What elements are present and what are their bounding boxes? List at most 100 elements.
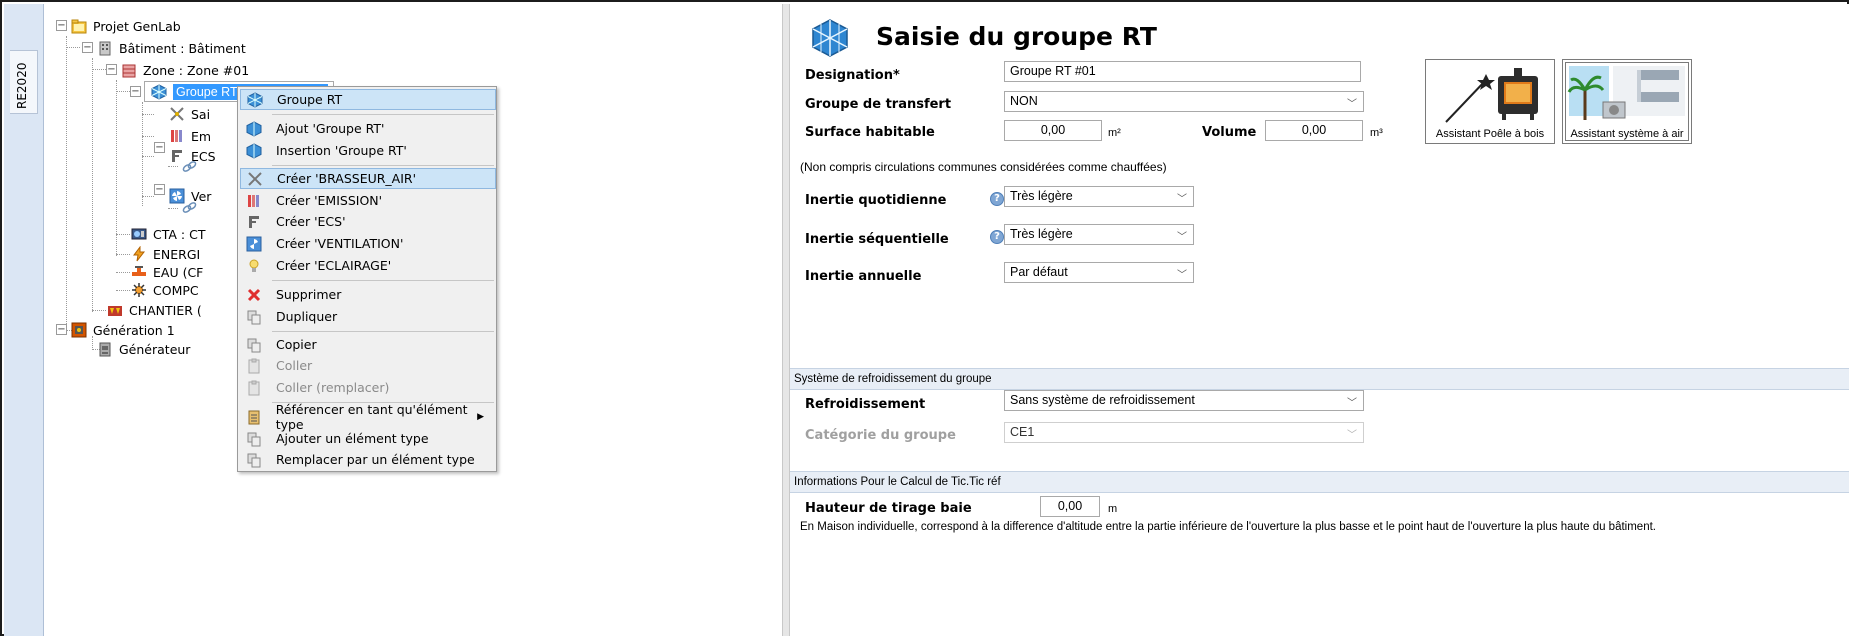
menu-item-coller-remplacer[interactable]: Coller (remplacer) xyxy=(240,377,496,398)
inertie-quotidienne-select[interactable]: Très légère ﹀ xyxy=(1004,186,1194,207)
air-system-icon xyxy=(1567,66,1685,120)
side-tab-re2020[interactable]: RE2020 xyxy=(10,50,38,114)
surface-note: (Non compris circulations communes consi… xyxy=(800,160,1167,174)
menu-item-supprimer[interactable]: Supprimer xyxy=(240,284,496,305)
brasseur-icon xyxy=(168,105,186,123)
menu-item-creer-ecs[interactable]: Créer 'ECS' xyxy=(240,211,496,232)
hauteur-tirage-field[interactable]: 0,00 xyxy=(1040,496,1100,517)
hauteur-note: En Maison individuelle, correspond à la … xyxy=(800,521,1656,533)
tree-connector xyxy=(92,58,93,312)
component-icon xyxy=(130,281,148,299)
duplicate-icon xyxy=(244,308,264,326)
tree-node-zone[interactable]: Zone : Zone #01 xyxy=(120,59,249,81)
groupe-rt-icon xyxy=(150,83,168,101)
tree-node-projet[interactable]: Projet GenLab xyxy=(70,15,181,37)
tree-expander[interactable]: − xyxy=(106,64,117,75)
cta-icon xyxy=(130,225,148,243)
menu-item-copier[interactable]: Copier xyxy=(240,334,496,355)
inertie-sequentielle-select[interactable]: Très légère ﹀ xyxy=(1004,224,1194,245)
groupe-rt-icon xyxy=(245,91,265,109)
ventilation-icon xyxy=(244,235,264,253)
menu-item-creer-brasseur-air[interactable]: Créer 'BRASSEUR_AIR' xyxy=(240,168,496,189)
tree-node-batiment[interactable]: Bâtiment : Bâtiment xyxy=(96,37,246,59)
categorie-groupe-select[interactable]: CE1 ﹀ xyxy=(1004,422,1364,443)
building-icon xyxy=(96,39,114,57)
tree-node-generateur[interactable]: Générateur xyxy=(96,338,190,360)
assistant-air-button[interactable]: Assistant système à air xyxy=(1562,59,1692,144)
volume-field[interactable]: 0,00 xyxy=(1265,120,1363,141)
emission-icon xyxy=(244,192,264,210)
reference-icon xyxy=(244,408,264,426)
tree-connector xyxy=(116,80,117,256)
tree-node-compo[interactable]: COMPC xyxy=(130,279,199,301)
menu-item-coller[interactable]: Coller xyxy=(240,355,496,376)
groupe-transfert-select[interactable]: NON ﹀ xyxy=(1004,91,1364,112)
menu-separator xyxy=(272,114,494,115)
link-icon xyxy=(180,199,198,217)
hauteur-unit: m xyxy=(1108,503,1118,515)
refroidissement-label: Refroidissement xyxy=(805,397,926,412)
tree-expander[interactable]: − xyxy=(130,86,141,97)
groupe-rt-form: Saisie du groupe RT Designation* Groupe … xyxy=(790,4,1849,636)
menu-item-creer-ventilation[interactable]: Créer 'VENTILATION' xyxy=(240,233,496,254)
help-icon[interactable]: ? xyxy=(990,230,1004,244)
tree-expander[interactable]: − xyxy=(56,20,67,31)
menu-item-insertion-groupe-rt[interactable]: Insertion 'Groupe RT' xyxy=(240,140,496,161)
menu-separator xyxy=(272,331,494,332)
tree-node-link[interactable] xyxy=(180,197,203,219)
tree-connector xyxy=(142,196,154,197)
chantier-icon xyxy=(106,301,124,319)
inertie-quotidienne-label: Inertie quotidienne xyxy=(805,193,947,208)
groupe-transfert-label: Groupe de transfert xyxy=(805,97,952,112)
menu-item-groupe-rt[interactable]: Groupe RT xyxy=(240,89,496,110)
tree-connector xyxy=(116,234,130,235)
generator-icon xyxy=(96,340,114,358)
side-tab-label: RE2020 xyxy=(15,62,29,109)
menu-item-dupliquer[interactable]: Dupliquer xyxy=(240,306,496,327)
surface-habitable-label: Surface habitable xyxy=(805,125,935,140)
menu-item-ajout-groupe-rt[interactable]: Ajout 'Groupe RT' xyxy=(240,118,496,139)
help-icon[interactable]: ? xyxy=(990,192,1004,206)
panel-splitter[interactable] xyxy=(782,4,790,636)
tree-node-sai[interactable]: Sai xyxy=(168,103,210,125)
emission-icon xyxy=(168,127,186,145)
chevron-down-icon: ﹀ xyxy=(1347,430,1357,441)
assistant-air-label: Assistant système à air xyxy=(1570,128,1684,140)
generation-icon xyxy=(70,321,88,339)
tree-connector xyxy=(142,102,143,206)
tree-expander[interactable]: − xyxy=(56,324,67,335)
tree-node-em[interactable]: Em xyxy=(168,125,211,147)
tree-expander[interactable]: − xyxy=(154,184,165,195)
tree-node-cta[interactable]: CTA : CT xyxy=(130,223,205,245)
tree-connector xyxy=(168,208,178,209)
chevron-down-icon: ﹀ xyxy=(1347,398,1357,409)
chevron-down-icon: ﹀ xyxy=(1177,270,1187,281)
tree-connector xyxy=(116,290,130,291)
refroidissement-select[interactable]: Sans système de refroidissement ﹀ xyxy=(1004,390,1364,411)
section-refroidissement: Système de refroidissement du groupe xyxy=(790,368,1849,390)
tree-node-chantier[interactable]: CHANTIER ( xyxy=(106,299,202,321)
tree-connector xyxy=(142,136,154,137)
menu-item-creer-eclairage[interactable]: Créer 'ECLAIRAGE' xyxy=(240,255,496,276)
paste-replace-icon xyxy=(244,379,264,397)
designation-field[interactable]: Groupe RT #01 xyxy=(1004,61,1361,82)
assistant-poele-button[interactable]: Assistant Poêle à bois xyxy=(1425,59,1555,144)
tree-node-link[interactable] xyxy=(180,156,203,178)
tree-expander[interactable]: − xyxy=(82,42,93,53)
hauteur-tirage-label: Hauteur de tirage baie xyxy=(805,501,972,516)
zone-icon xyxy=(120,61,138,79)
menu-item-referencer-element-type[interactable]: Référencer en tant qu'élément type ▶ xyxy=(240,402,496,432)
menu-item-creer-emission[interactable]: Créer 'EMISSION' xyxy=(240,190,496,211)
surface-habitable-field[interactable]: 0,00 xyxy=(1004,120,1102,141)
volume-label: Volume xyxy=(1202,125,1257,140)
designation-label: Designation* xyxy=(805,68,900,83)
menu-item-remplacer-element-type[interactable]: Remplacer par un élément type xyxy=(240,449,496,470)
inertie-annuelle-select[interactable]: Par défaut ﹀ xyxy=(1004,262,1194,283)
add-type-icon xyxy=(244,430,264,448)
chevron-down-icon: ﹀ xyxy=(1347,99,1357,110)
menu-item-ajouter-element-type[interactable]: Ajouter un élément type xyxy=(240,428,496,449)
delete-icon xyxy=(244,286,264,304)
tree-expander[interactable]: − xyxy=(154,142,165,153)
inertie-sequentielle-label: Inertie séquentielle xyxy=(805,232,949,247)
side-tab-strip: RE2020 xyxy=(4,4,44,636)
